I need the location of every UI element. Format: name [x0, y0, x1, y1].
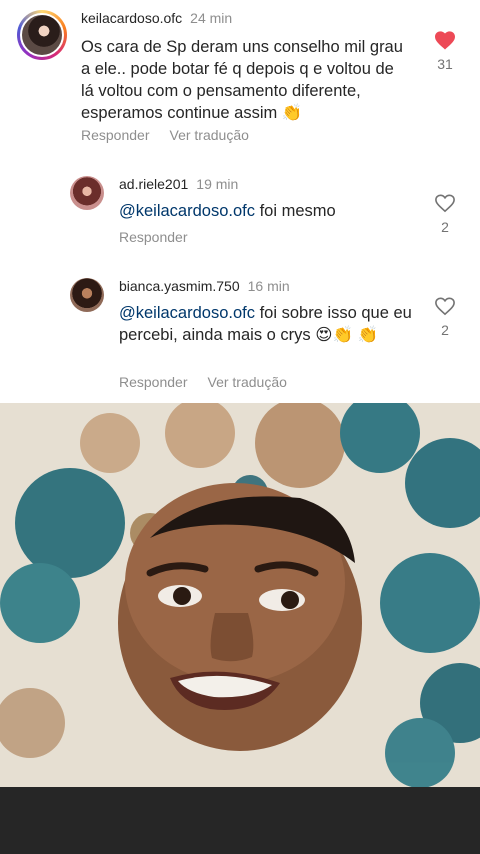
video-frame-image [0, 403, 480, 787]
mention-link[interactable]: @keilacardoso.ofc [119, 202, 255, 220]
reply-button[interactable]: Responder [119, 229, 188, 245]
comment-text: foi mesmo [259, 202, 336, 220]
comment-username[interactable]: bianca.yasmim.750 [119, 278, 240, 294]
avatar[interactable] [70, 278, 104, 312]
like-button[interactable]: 31 [425, 30, 465, 72]
heart-outline-icon [435, 194, 455, 213]
translate-button[interactable]: Ver tradução [170, 127, 249, 143]
like-count: 31 [437, 56, 453, 72]
comment-username[interactable]: ad.riele201 [119, 176, 188, 192]
translate-button[interactable]: Ver tradução [208, 374, 287, 390]
comment-time: 16 min [247, 278, 290, 294]
heart-outline-icon [435, 297, 455, 316]
comment-time: 19 min [196, 176, 239, 192]
avatar[interactable] [17, 10, 67, 60]
reply-button[interactable]: Responder [81, 127, 150, 143]
video-player[interactable] [0, 403, 480, 787]
mention-link[interactable]: @keilacardoso.ofc [119, 304, 255, 322]
bottom-bar [0, 787, 480, 854]
like-button[interactable]: 2 [425, 296, 465, 338]
comment-text: Os cara de Sp deram uns conselho mil gra… [81, 38, 403, 122]
like-count: 2 [441, 322, 449, 338]
comment-time: 24 min [190, 10, 233, 26]
heart-filled-icon [435, 31, 455, 50]
comment-username[interactable]: keilacardoso.ofc [81, 10, 182, 26]
like-button[interactable]: 2 [425, 193, 465, 235]
like-count: 2 [441, 219, 449, 235]
reply-button[interactable]: Responder [119, 374, 188, 390]
avatar[interactable] [70, 176, 104, 210]
